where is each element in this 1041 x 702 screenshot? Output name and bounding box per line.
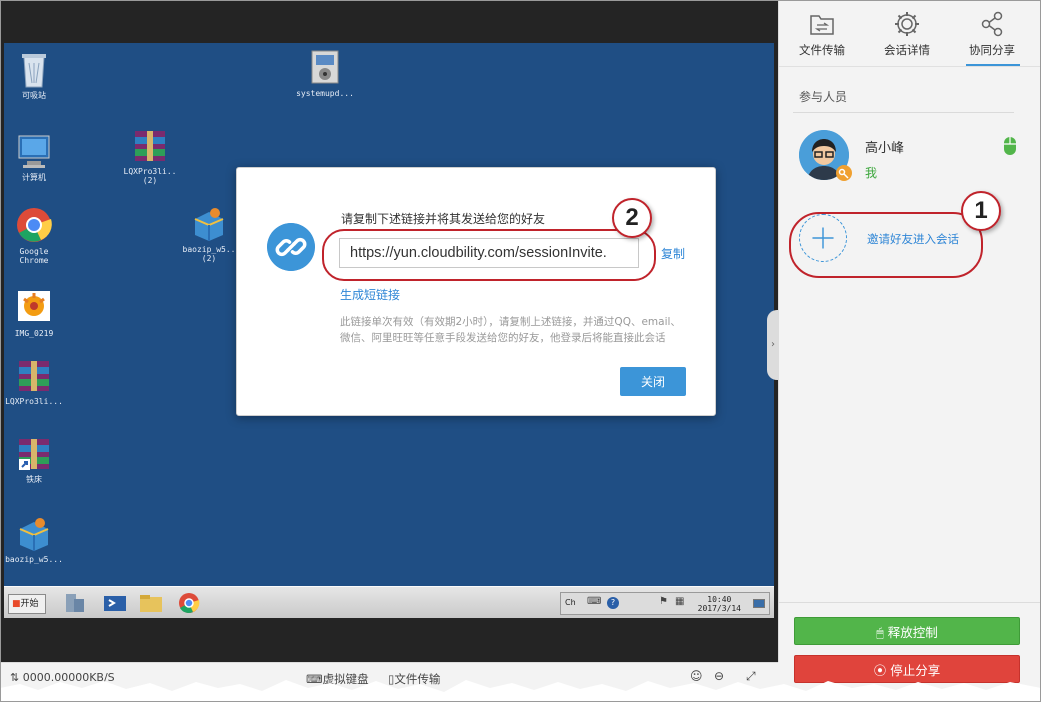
link-icon	[267, 223, 315, 271]
desktop-icon-label: Google Chrome	[19, 247, 49, 265]
windows-logo-icon: ■	[12, 599, 21, 609]
tab-session-details[interactable]: 会话详情	[868, 6, 946, 62]
desktop-icon-recycle-bin[interactable]: 可吸站	[0, 49, 69, 100]
side-panel: › 文件传输 会话详情 协同分享 参与人员 高小峰 我 邀请好友进入会话 🖱 释…	[767, 0, 1041, 683]
release-control-button[interactable]: 🖱 释放控制	[794, 617, 1020, 645]
help-icon[interactable]: ?	[607, 597, 619, 609]
taskbar-clock[interactable]: 10:40 2017/3/14	[698, 595, 741, 613]
tab-label: 文件传输	[799, 43, 845, 57]
panel-collapse-handle[interactable]: ›	[767, 310, 779, 380]
chrome-icon	[17, 208, 52, 242]
explorer-icon[interactable]	[138, 591, 164, 615]
desktop-icon-rar-shortcut[interactable]: 铁床	[0, 433, 69, 484]
desktop-icon-label: systemupd...	[296, 89, 354, 98]
annotation-badge-1: 1	[961, 191, 1001, 231]
desktop-icon-label: LQXPro3li.. (2)	[123, 167, 177, 185]
computer-icon	[18, 135, 50, 168]
generate-short-link-button[interactable]: 生成短链接	[340, 286, 400, 303]
baozip-icon	[194, 208, 224, 241]
file-transfer-icon	[810, 15, 834, 35]
participant-self-tag: 我	[865, 166, 878, 180]
mouse-icon: 🖱	[876, 624, 888, 640]
desktop-icon-label: baozip_w5.. (2)	[182, 245, 236, 263]
key-badge-icon	[836, 165, 852, 181]
desktop-icon-label: IMG_0219	[14, 329, 54, 338]
annotation-badge-2: 2	[612, 198, 652, 238]
desktop-icon-computer[interactable]: 计算机	[0, 131, 69, 182]
desktop-icon-label: 可吸站	[22, 91, 46, 100]
system-tray: Ch ⌨ ? ⚑ ▦ 10:40 2017/3/14	[560, 592, 770, 615]
rar-archive-icon	[19, 361, 49, 391]
annotation-ring-2	[322, 229, 656, 281]
gear-icon	[895, 12, 919, 36]
rar-shortcut-icon	[19, 439, 49, 470]
desktop-icon-label: 计算机	[22, 173, 46, 182]
desktop-icon-systemupdate[interactable]: systemupd...	[290, 47, 360, 98]
start-button[interactable]: ■开始	[8, 594, 46, 614]
annotation-ring-1	[789, 212, 983, 278]
desktop-icon-baozip[interactable]: baozip_w5...	[0, 513, 69, 564]
language-indicator[interactable]: Ch	[565, 598, 576, 607]
torn-edge-decoration	[0, 680, 1041, 702]
desktop-icon-chrome[interactable]: Google Chrome	[0, 205, 69, 265]
tab-label: 协同分享	[969, 43, 1015, 57]
start-label: 开始	[20, 599, 39, 609]
app-window: 可吸站 计算机 Google Chrome IMG_0219 LQXPro3li…	[0, 0, 1041, 702]
desktop-icon-rar-2[interactable]: LQXPro3li.. (2)	[115, 125, 185, 185]
copy-link-button[interactable]: 复制	[661, 245, 685, 262]
show-desktop-icon[interactable]	[753, 599, 765, 608]
chrome-taskbar-icon[interactable]	[176, 591, 202, 615]
desktop-icon-label: baozip_w5...	[5, 555, 63, 564]
dialog-title: 请复制下述链接并将其发送给您的好友	[341, 212, 546, 226]
release-control-label: 释放控制	[887, 624, 938, 640]
desktop-icon-baozip-2[interactable]: baozip_w5.. (2)	[174, 203, 244, 263]
rar-archive-icon	[135, 131, 165, 161]
participants-divider	[793, 112, 1014, 113]
recycle-bin-icon	[22, 54, 46, 88]
powershell-icon[interactable]	[102, 591, 128, 615]
close-button[interactable]: 关闭	[620, 367, 686, 396]
mouse-control-icon	[1004, 137, 1016, 155]
panel-bottom-divider	[779, 602, 1041, 603]
server-manager-icon[interactable]	[62, 591, 88, 615]
baozip-icon	[19, 518, 49, 551]
participants-heading: 参与人员	[799, 90, 848, 104]
desktop-icon-label: LQXPro3li...	[5, 397, 63, 406]
installer-icon	[311, 50, 339, 84]
desktop-icon-image[interactable]: IMG_0219	[0, 287, 69, 338]
desktop-icon-label: 铁床	[26, 475, 42, 484]
tab-divider	[779, 66, 1041, 67]
flag-icon[interactable]: ⚑	[659, 596, 668, 607]
keyboard-icon[interactable]: ⌨	[587, 596, 601, 607]
tab-file-transfer[interactable]: 文件传输	[783, 6, 861, 62]
participant-name: 高小峰	[865, 141, 905, 156]
image-file-icon	[18, 291, 50, 321]
desktop-icon-rar[interactable]: LQXPro3li...	[0, 355, 69, 406]
chevron-right-icon: ›	[771, 339, 775, 350]
share-icon	[981, 11, 1003, 37]
network-icon[interactable]: ▦	[675, 596, 684, 607]
tab-collaborative-share[interactable]: 协同分享	[953, 6, 1031, 62]
dialog-note: 此链接单次有效（有效期2小时），请复制上述链接，并通过QQ、email、微信、阿…	[340, 316, 681, 344]
remote-taskbar: ■开始 Ch ⌨ ? ⚑ ▦ 10:40 2017/3/14	[4, 586, 774, 618]
tab-label: 会话详情	[884, 43, 930, 57]
